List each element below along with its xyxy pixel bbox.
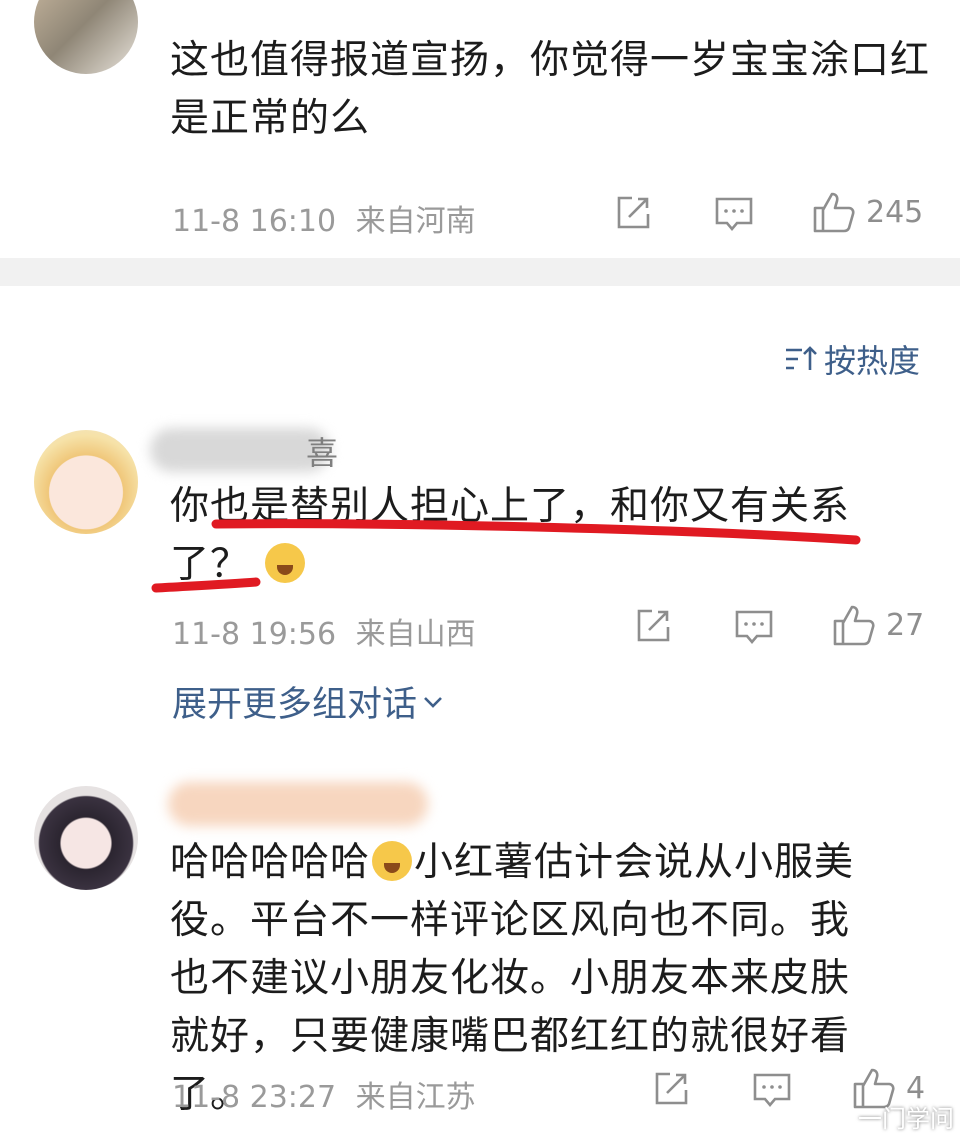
username-visible: 喜 — [306, 434, 339, 472]
laughing-crying-emoji-icon — [372, 841, 413, 881]
sort-by-hot-button[interactable]: 按热度 — [784, 336, 920, 382]
share-button[interactable] — [614, 194, 652, 232]
comment-button[interactable] — [714, 196, 754, 232]
like-count: 245 — [866, 194, 924, 230]
comment-location: 来自江苏 — [355, 1080, 476, 1115]
chevron-down-icon — [424, 696, 442, 708]
sort-label: 按热度 — [823, 342, 920, 380]
comment-button[interactable] — [752, 1072, 792, 1108]
comment-text-part1: 哈哈哈哈哈 — [170, 840, 371, 885]
like-button[interactable]: 245 — [812, 190, 923, 234]
comment-meta: 11-8 19:56 来自山西 — [172, 609, 476, 653]
watermark: 一门学问 — [858, 1105, 954, 1133]
username-blurred — [150, 428, 330, 472]
avatar[interactable] — [34, 0, 138, 74]
like-icon — [813, 192, 855, 233]
expand-label: 展开更多组对话 — [172, 685, 418, 725]
share-icon — [637, 609, 670, 642]
comment-button[interactable] — [734, 609, 774, 645]
comment-location: 来自河南 — [355, 204, 476, 239]
red-underline-annotation — [151, 519, 861, 593]
share-icon — [617, 196, 650, 229]
comment-icon — [753, 1073, 791, 1108]
like-button[interactable]: 27 — [832, 603, 924, 647]
comment-icon — [715, 197, 753, 232]
sort-icon — [785, 346, 817, 370]
share-button[interactable] — [634, 607, 672, 645]
comment-location: 来自山西 — [355, 617, 476, 652]
username-blurred — [168, 782, 428, 826]
comment-time: 11-8 16:10 — [172, 204, 337, 239]
comment-time: 11-8 19:56 — [172, 617, 337, 652]
comment-text: 这也值得报道宣扬，你觉得一岁宝宝涂口红是正常的么 — [170, 38, 931, 141]
comment-meta: 11-8 16:10 来自河南 — [172, 196, 476, 240]
like-count: 27 — [886, 607, 925, 643]
comment-icon — [735, 610, 773, 645]
comment-time: 11-8 23:27 — [172, 1080, 337, 1115]
avatar[interactable] — [34, 786, 138, 890]
like-icon — [833, 605, 875, 646]
share-icon — [655, 1072, 688, 1105]
expand-more-conversations-link[interactable]: 展开更多组对话 — [172, 676, 443, 727]
section-separator — [0, 258, 960, 286]
share-button[interactable] — [652, 1070, 690, 1108]
comment-1: 这也值得报道宣扬，你觉得一岁宝宝涂口红是正常的么 11-8 16:10 来自河南… — [0, 0, 960, 258]
comment-meta: 11-8 23:27 来自江苏 — [172, 1072, 476, 1116]
